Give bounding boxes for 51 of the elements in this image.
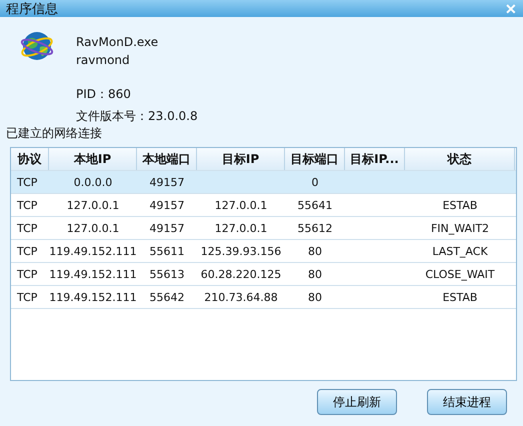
- table-cell-text: 55613: [148, 266, 186, 282]
- stop-refresh-button[interactable]: 停止刷新: [317, 389, 397, 415]
- table-cell-text: ESTAB: [442, 290, 478, 306]
- table-cell-text: 55642: [148, 290, 186, 306]
- end-process-button[interactable]: 结束进程: [427, 389, 507, 415]
- table-cell-text: CLOSE_WAIT: [424, 266, 496, 283]
- process-name: ravmond: [76, 52, 131, 69]
- pid-text: PID：860: [76, 86, 132, 103]
- table-cell-text: 80: [307, 290, 323, 306]
- table-row[interactable]: TCP 0.0.0.0 49157 0: [11, 171, 516, 194]
- table-cell-text: 127.0.0.1: [66, 198, 120, 214]
- table-cell-text: 127.0.0.1: [214, 220, 268, 236]
- table-cell-text: TCP: [16, 220, 38, 236]
- table-cell-text: 0.0.0.0: [72, 174, 114, 190]
- window-title: 程序信息: [6, 0, 58, 18]
- table-cell-text: 80: [307, 266, 323, 282]
- column-header[interactable]: 本地端口: [137, 148, 197, 170]
- version-text: 文件版本号：23.0.0.8: [76, 108, 198, 125]
- table-cell-text: 60.28.220.125: [200, 266, 282, 282]
- table-cell-text: 55641: [296, 198, 334, 214]
- table-cell-text: 80: [307, 244, 323, 260]
- column-header[interactable]: 协议: [11, 148, 49, 170]
- table-cell-text: ESTAB: [442, 198, 478, 214]
- table-cell-text: TCP: [16, 198, 38, 214]
- table-cell-text: 55611: [148, 244, 186, 260]
- table-cell-text: 127.0.0.1: [66, 220, 120, 236]
- column-header[interactable]: 状态: [405, 148, 515, 170]
- table-cell-text: 119.49.152.111: [49, 266, 137, 282]
- file-name: RavMonD.exe: [76, 34, 160, 51]
- table-cell-text: 49157: [148, 198, 186, 214]
- section-label: 已建立的网络连接: [6, 125, 103, 141]
- table-cell-text: TCP: [16, 266, 38, 282]
- table-cell-text: 125.39.93.156: [200, 244, 282, 260]
- table-cell-text: TCP: [16, 244, 38, 260]
- table-cell-text: 55612: [296, 220, 334, 236]
- table-cell-text: FIN_WAIT2: [430, 220, 490, 237]
- column-header[interactable]: 目标端口: [285, 148, 345, 170]
- table-cell-text: 119.49.152.111: [49, 244, 137, 260]
- table-cell-text: 0: [310, 174, 320, 190]
- column-header[interactable]: 本地IP: [49, 148, 137, 170]
- globe-icon: [20, 29, 54, 63]
- table-cell-text: TCP: [16, 174, 38, 190]
- table-cell-text: 127.0.0.1: [214, 198, 268, 214]
- table-cell-text: LAST_ACK: [431, 244, 489, 260]
- table-cell-text: 210.73.64.88: [203, 290, 279, 306]
- table-cell-text: 119.49.152.111: [49, 290, 137, 306]
- table-cell-text: 49157: [148, 174, 186, 190]
- column-header[interactable]: 目标IP...: [345, 148, 405, 170]
- column-header[interactable]: 目标IP: [197, 148, 285, 170]
- table-cell-text: 49157: [148, 220, 186, 236]
- table-cell-text: TCP: [16, 290, 38, 306]
